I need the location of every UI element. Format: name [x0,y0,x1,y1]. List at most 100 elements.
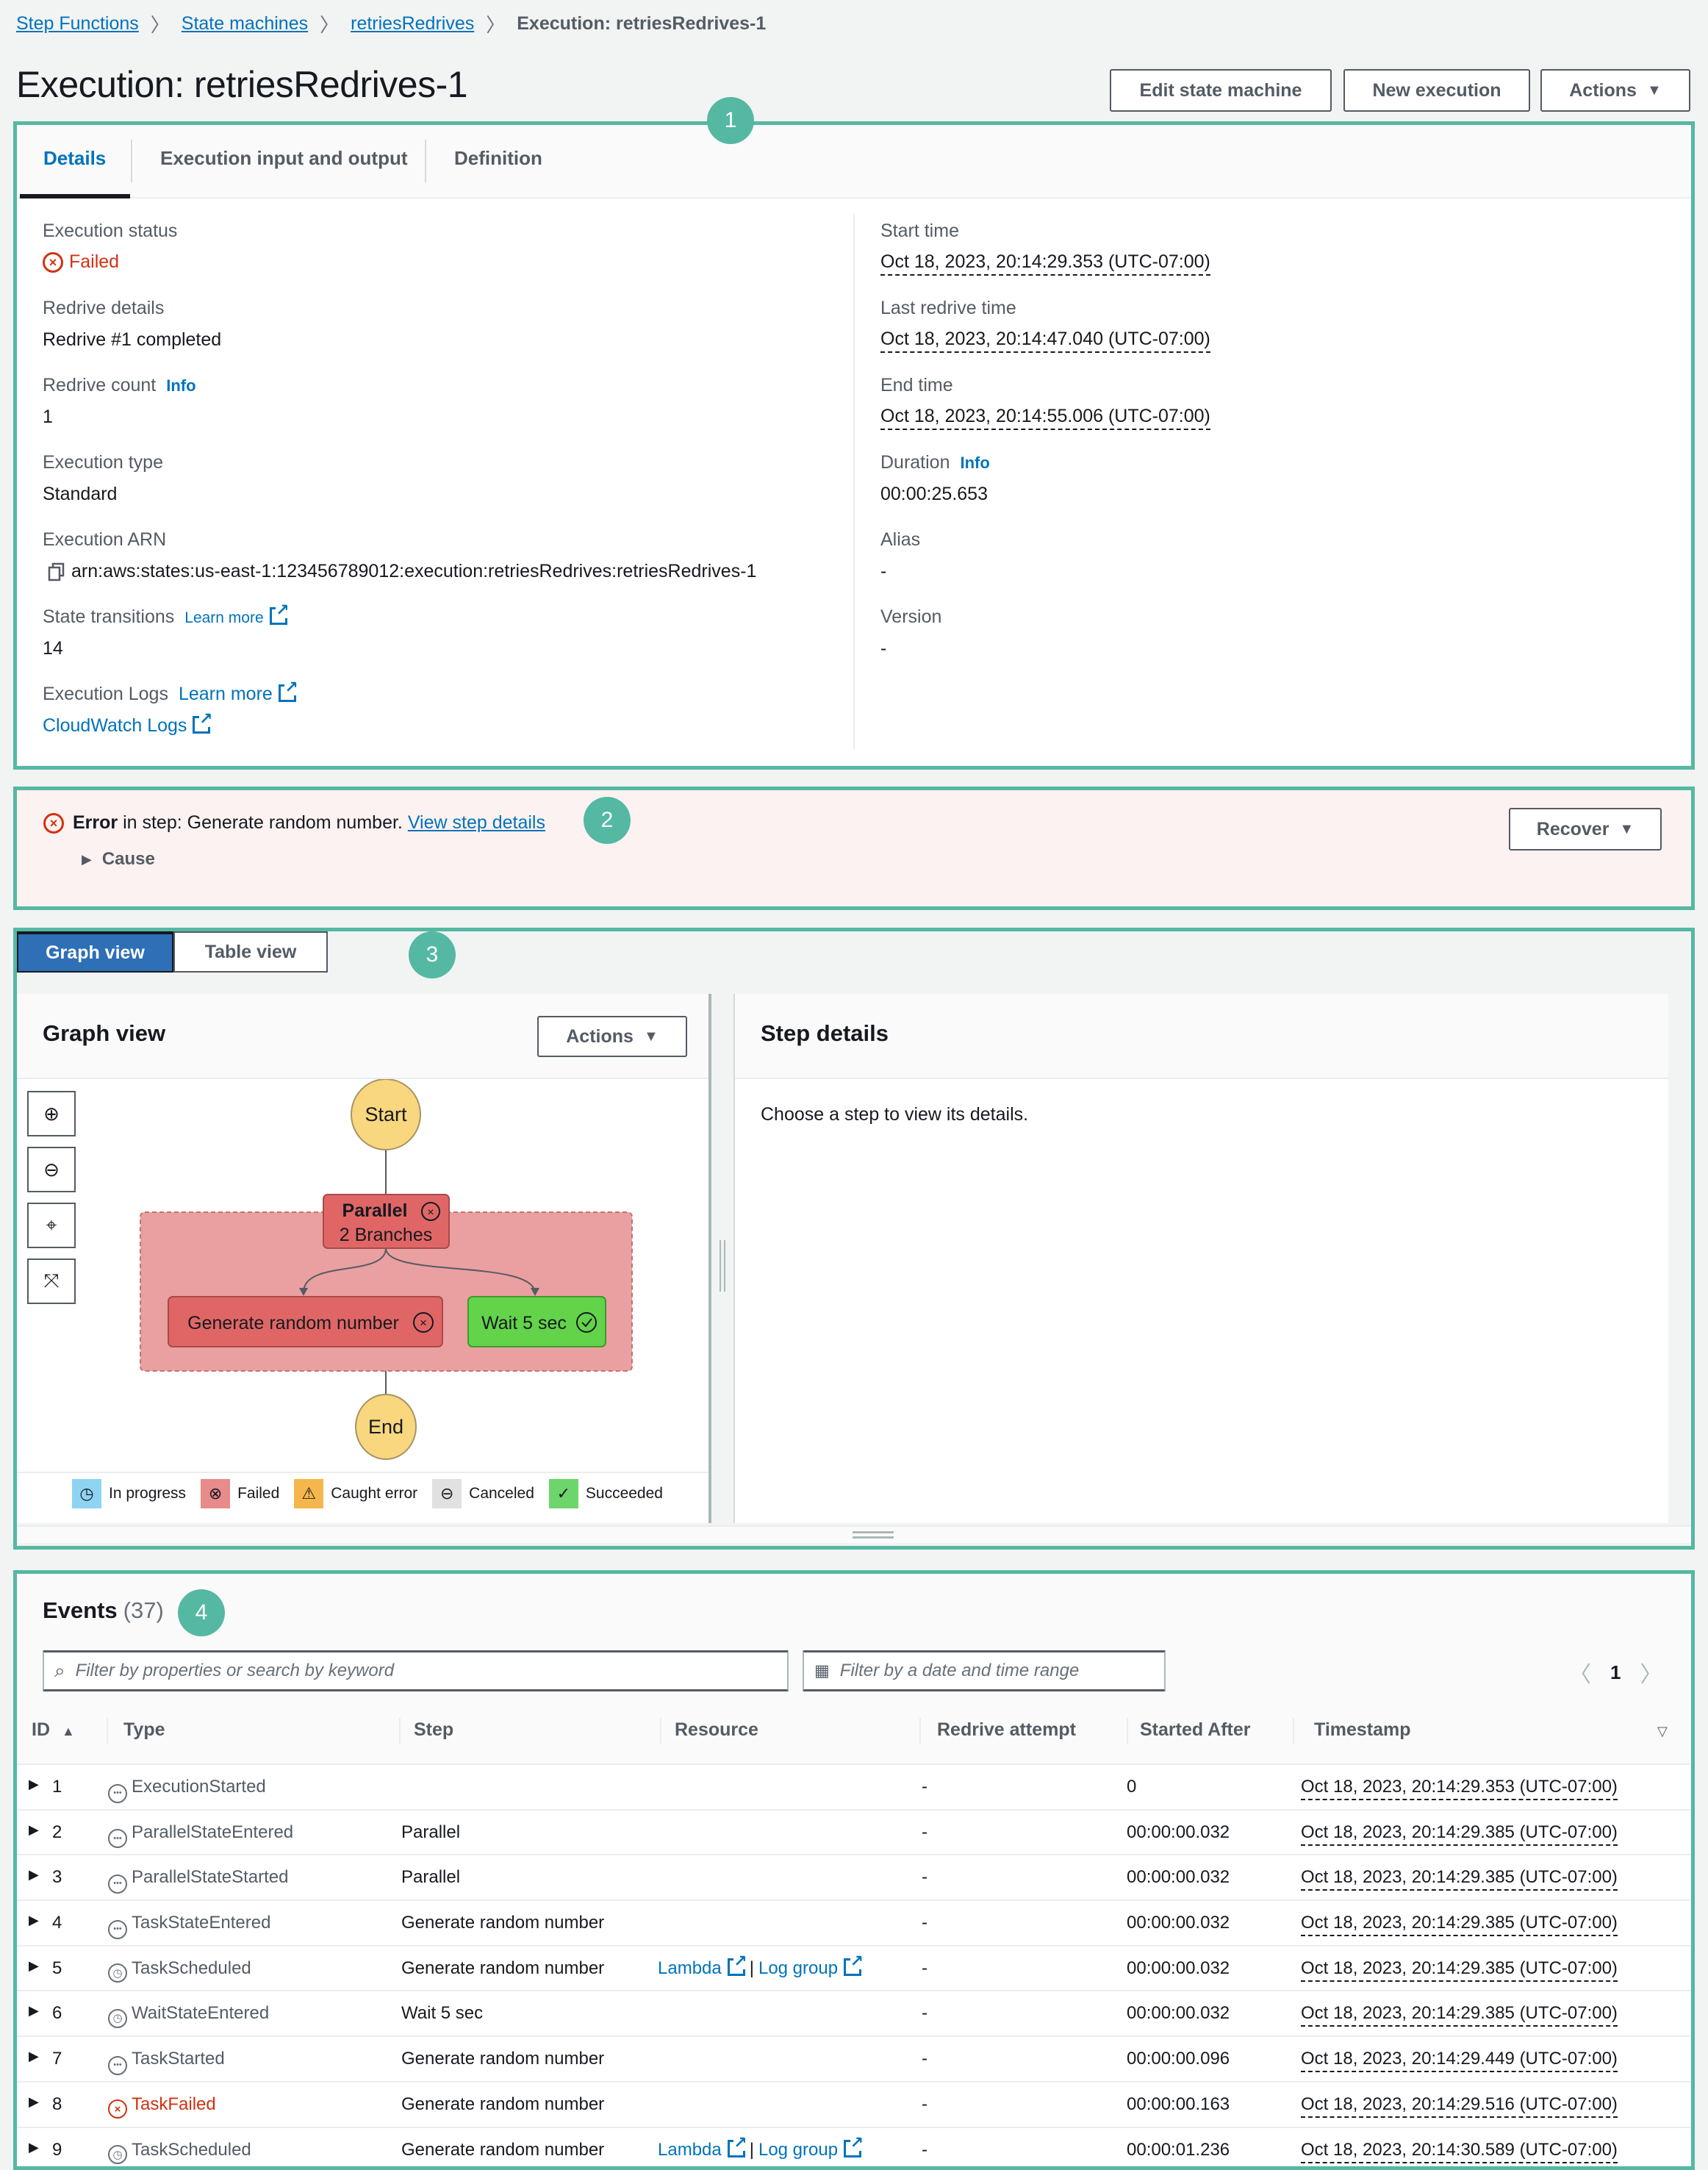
event-type-text: WaitStateEntered [132,2003,270,2024]
lambda-link[interactable]: Lambda [658,1958,722,1978]
table-row[interactable]: ▶ 9 ◷ TaskScheduled Generate random number La… [17,2126,1691,2166]
expand-row-caret-icon[interactable]: ▶ [29,1913,39,1928]
column-header-started-after[interactable]: Started After [1140,1719,1251,1741]
graph-view-toggle[interactable]: Graph view [17,931,173,973]
view-step-details-link[interactable]: View step details [408,812,545,833]
end-node[interactable]: End [355,1394,417,1460]
generate-random-number-node[interactable]: Generate random number × [168,1296,443,1347]
column-header-id[interactable]: ID ▲ [32,1719,75,1741]
date-range-filter-input[interactable]: ▦ Filter by a date and time range [803,1650,1166,1691]
actions-dropdown-button[interactable]: Actions ▼ [1540,69,1690,112]
event-id: 8 [52,2094,62,2114]
table-row[interactable]: ▶ 2 ••• ParallelStateEntered Parallel - 00:00:… [17,1808,1691,1855]
column-header-timestamp[interactable]: Timestamp [1314,1719,1411,1741]
events-search-input[interactable]: ⌕ Filter by properties or search by keyw… [43,1650,789,1691]
date-placeholder: Filter by a date and time range [839,1661,1080,1680]
calendar-icon: ▦ [814,1661,830,1680]
table-row[interactable]: ▶ 6 ◷ WaitStateEntered Wait 5 sec - 00:00:00.0… [17,1990,1691,2036]
event-timestamp[interactable]: Oct 18, 2023, 20:14:29.385 (UTC-07:00) [1301,1867,1618,1891]
recover-label: Recover [1536,818,1610,839]
cloudwatch-logs-link[interactable]: CloudWatch Logs [43,715,187,736]
event-timestamp[interactable]: Oct 18, 2023, 20:14:29.385 (UTC-07:00) [1301,1822,1618,1846]
new-execution-button[interactable]: New execution [1343,69,1530,112]
vertical-resize-handle[interactable] [720,1240,725,1292]
duration-value: 00:00:25.653 [880,484,988,504]
expand-row-caret-icon[interactable]: ▶ [29,2140,39,2155]
table-row[interactable]: ▶ 5 ◷ TaskScheduled Generate random number La… [17,1944,1691,1991]
graph-view-header: Graph view Actions ▼ [17,994,708,1079]
event-timestamp[interactable]: Oct 18, 2023, 20:14:29.449 (UTC-07:00) [1301,2049,1618,2073]
table-row[interactable]: ▶ 1 ••• ExecutionStarted - 0 Oct 18, 2023, 20:… [17,1763,1691,1809]
legend-in-progress: ◷ In progress [72,1479,186,1508]
cause-expander[interactable]: ▶ Cause [82,849,155,870]
duration-info-link[interactable]: Info [961,454,990,472]
table-view-toggle[interactable]: Table view [173,931,328,973]
event-timestamp[interactable]: Oct 18, 2023, 20:14:29.385 (UTC-07:00) [1301,1958,1618,1982]
error-bold: Error [73,812,118,833]
start-node[interactable]: Start [351,1079,421,1150]
column-header-redrive-attempt[interactable]: Redrive attempt [937,1719,1076,1741]
breadcrumb-retries-redrives[interactable]: retriesRedrives [351,13,474,35]
events-header: Events (37) [43,1597,164,1624]
event-step: Parallel [401,1867,461,1888]
expand-row-caret-icon[interactable]: ▶ [29,1867,39,1883]
expand-row-caret-icon[interactable]: ▶ [29,1958,39,1974]
previous-page-icon[interactable]: 〈 [1569,1656,1591,1689]
event-timestamp[interactable]: Oct 18, 2023, 20:14:29.385 (UTC-07:00) [1301,1913,1618,1937]
duration-label-text: Duration [880,452,950,473]
column-settings-caret-icon[interactable]: ▽ [1657,1724,1668,1739]
current-page[interactable]: 1 [1610,1661,1621,1684]
tab-details[interactable]: Details [43,147,106,170]
table-row[interactable]: ▶ 3 ••• ParallelStateStarted Parallel - 00:00:… [17,1854,1691,1900]
details-panel: Details Execution input and output Defin… [17,125,1691,765]
last-redrive-time-value[interactable]: Oct 18, 2023, 20:14:47.040 (UTC-07:00) [880,329,1210,353]
next-page-icon[interactable]: 〉 [1640,1656,1662,1689]
horizontal-resize-handle[interactable] [853,1531,894,1539]
log-group-link[interactable]: Log group [758,2140,838,2160]
table-row[interactable]: ▶ 7 ••• TaskStarted Generate random number - 0… [17,2035,1691,2081]
sort-ascending-icon: ▲ [62,1724,75,1738]
log-group-link[interactable]: Log group [758,1958,838,1978]
start-time-value[interactable]: Oct 18, 2023, 20:14:29.353 (UTC-07:00) [880,251,1210,276]
copy-icon[interactable] [48,562,65,581]
breadcrumb-step-functions[interactable]: Step Functions [16,13,139,35]
event-timestamp[interactable]: Oct 18, 2023, 20:14:29.385 (UTC-07:00) [1301,2003,1618,2027]
tab-definition[interactable]: Definition [454,147,542,170]
expand-row-caret-icon[interactable]: ▶ [29,1777,39,1792]
expand-row-caret-icon[interactable]: ▶ [29,2003,39,2019]
state-transitions-value: 14 [43,638,63,659]
event-type: ••• ParallelStateEntered [108,1822,293,1849]
state-transitions-learn-more-link[interactable]: Learn more [184,609,263,626]
edit-state-machine-button[interactable]: Edit state machine [1110,69,1332,112]
event-started-after: 00:00:00.032 [1127,1958,1230,1978]
breadcrumb-state-machines[interactable]: State machines [182,13,308,35]
graph-actions-button[interactable]: Actions ▼ [537,1016,687,1057]
annotation-badge-2: 2 [584,797,631,844]
column-header-step[interactable]: Step [414,1719,453,1741]
end-time-value[interactable]: Oct 18, 2023, 20:14:55.006 (UTC-07:00) [880,406,1210,430]
execution-logs-learn-more-link[interactable]: Learn more [179,684,273,704]
expand-row-caret-icon[interactable]: ▶ [29,2049,39,2064]
wait-5-sec-node[interactable]: Wait 5 sec [467,1296,606,1347]
column-header-type[interactable]: Type [123,1719,165,1741]
event-timestamp[interactable]: Oct 18, 2023, 20:14:30.589 (UTC-07:00) [1301,2140,1618,2163]
active-tab-indicator [20,194,130,198]
tab-execution-input-output[interactable]: Execution input and output [160,147,408,170]
expand-row-caret-icon[interactable]: ▶ [29,1822,39,1838]
parallel-node[interactable]: Parallel × 2 Branches [323,1194,450,1249]
redrive-count-info-link[interactable]: Info [166,376,195,395]
column-divider [1127,1718,1128,1744]
lambda-link[interactable]: Lambda [658,2140,722,2160]
column-header-resource[interactable]: Resource [675,1719,758,1741]
alias-label: Alias [880,529,921,550]
table-row[interactable]: ▶ 4 ••• TaskStateEntered Generate random num… [17,1899,1691,1945]
execution-arn-value: arn:aws:states:us-east-1:123456789012:ex… [48,561,756,582]
table-row[interactable]: ▶ 8 × TaskFailed Generate random number - 00:0… [17,2080,1691,2127]
state-transitions-label-text: State transitions [43,606,175,627]
event-timestamp[interactable]: Oct 18, 2023, 20:14:29.353 (UTC-07:00) [1301,1777,1618,1800]
event-timestamp[interactable]: Oct 18, 2023, 20:14:29.516 (UTC-07:00) [1301,2094,1618,2118]
recover-dropdown-button[interactable]: Recover ▼ [1509,808,1662,851]
expand-row-caret-icon[interactable]: ▶ [29,2094,39,2110]
graph-view-card: Graph view Actions ▼ ⊕ ⊖ ⌖ ⤧ Start Paral… [17,994,711,1523]
error-text: Error in step: Generate random number. V… [73,812,545,834]
